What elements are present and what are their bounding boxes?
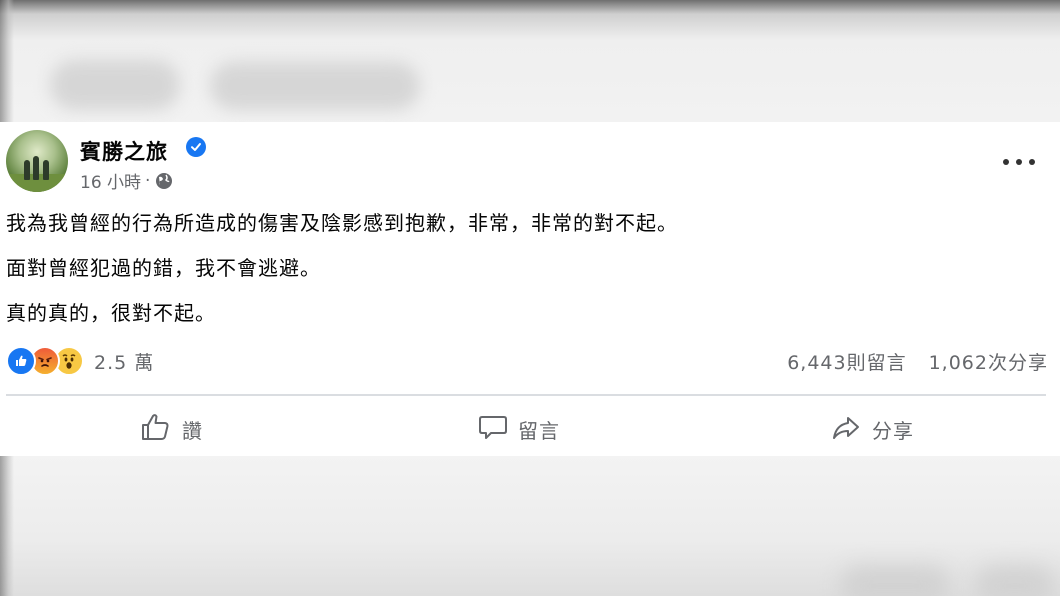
post-stats: 2.5 萬 6,443則留言 1,062次分享	[6, 346, 1054, 376]
share-label: 分享	[872, 418, 914, 443]
post-meta: 16 小時 ·	[80, 168, 174, 193]
author-name[interactable]: 賓勝之旅	[80, 136, 168, 166]
divider	[6, 394, 1046, 396]
engagement-counts: 6,443則留言 1,062次分享	[787, 348, 1048, 375]
like-button[interactable]: 讚	[140, 408, 203, 450]
comment-bubble-icon	[478, 412, 508, 447]
post-text-line: 面對曾經犯過的錯，我不會逃避。	[6, 256, 321, 280]
post-actions: 讚 留言 分享	[0, 408, 1060, 450]
more-options-icon[interactable]	[1003, 152, 1035, 172]
like-label: 讚	[182, 418, 203, 443]
post-text-line: 我為我曾經的行為所造成的傷害及陰影感到抱歉，非常，非常的對不起。	[6, 211, 678, 235]
shares-count[interactable]: 1,062次分享	[929, 348, 1048, 375]
thumbs-up-icon	[140, 412, 172, 447]
share-button[interactable]: 分享	[830, 408, 914, 450]
reaction-count[interactable]: 2.5 萬	[94, 348, 154, 375]
comments-count[interactable]: 6,443則留言	[787, 348, 906, 375]
post-time[interactable]: 16 小時	[80, 168, 141, 193]
verified-badge-icon	[186, 137, 206, 157]
meta-separator: ·	[145, 170, 151, 191]
blurred-background-top	[0, 0, 1060, 122]
comment-button[interactable]: 留言	[478, 408, 560, 450]
post-card: 賓勝之旅 16 小時 · 我為我曾經的行為所造成的傷害及陰影感到抱歉，非常，非常…	[0, 122, 1060, 456]
comment-label: 留言	[518, 418, 560, 443]
globe-icon	[154, 171, 174, 191]
reactions-summary[interactable]: 2.5 萬	[6, 346, 154, 376]
avatar[interactable]	[6, 130, 68, 192]
blurred-background-bottom	[0, 456, 1060, 596]
like-reaction-icon	[6, 346, 36, 376]
post-text-line: 真的真的，很對不起。	[6, 301, 216, 325]
post-text: 我為我曾經的行為所造成的傷害及陰影感到抱歉，非常，非常的對不起。 面對曾經犯過的…	[6, 210, 678, 345]
share-arrow-icon	[830, 412, 862, 447]
